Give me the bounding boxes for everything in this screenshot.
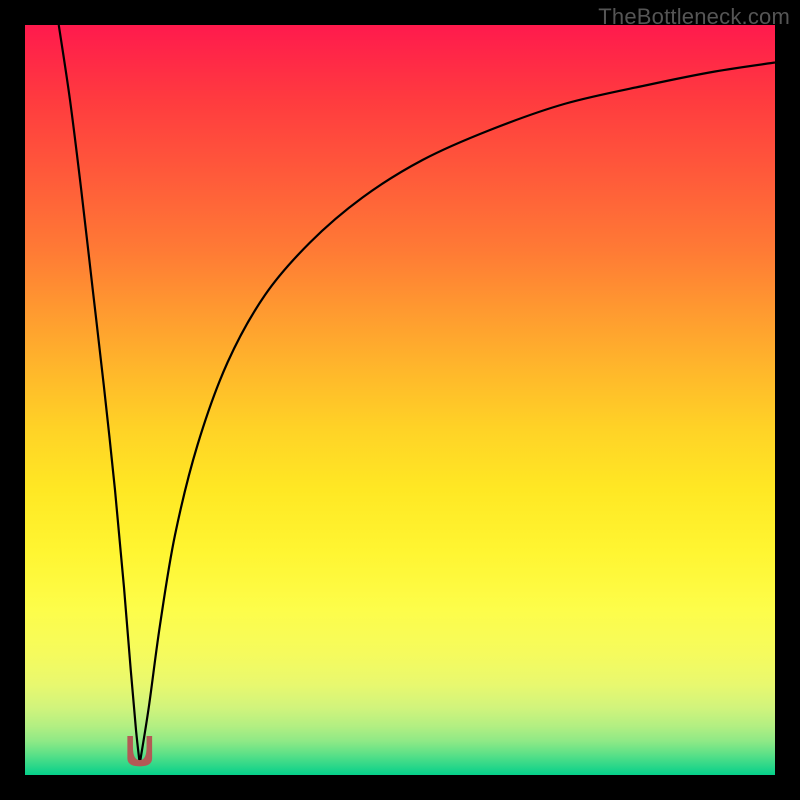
chart-frame: TheBottleneck.com xyxy=(0,0,800,800)
plot-area xyxy=(25,25,775,775)
optimum-marker xyxy=(127,736,152,766)
curve-layer xyxy=(25,25,775,775)
curve-left-branch xyxy=(59,25,140,764)
curve-right-branch xyxy=(140,63,775,764)
